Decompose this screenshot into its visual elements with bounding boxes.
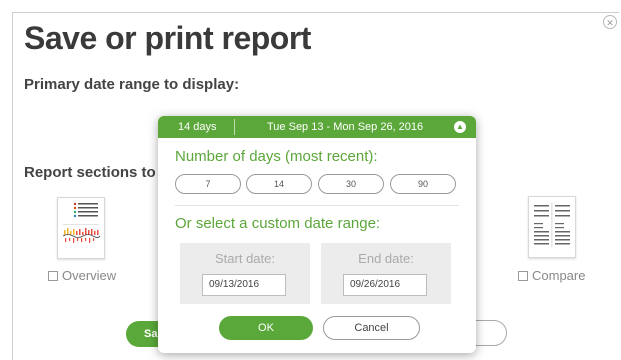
end-date-panel: End date: 09/26/2016	[321, 243, 451, 304]
selected-days-label: 14 days	[178, 121, 217, 133]
compare-option[interactable]: Compare	[518, 268, 585, 283]
popup-header[interactable]: 14 days Tue Sep 13 - Mon Sep 26, 2016 ▲	[158, 116, 476, 138]
selected-range-label: Tue Sep 13 - Mon Sep 26, 2016	[267, 121, 424, 133]
cancel-button[interactable]: Cancel	[323, 316, 420, 340]
popup-divider	[175, 205, 459, 206]
days-7-button[interactable]: 7	[175, 174, 241, 194]
chevron-up-icon[interactable]: ▲	[454, 121, 466, 133]
close-icon[interactable]: ✕	[603, 15, 617, 29]
ok-button[interactable]: OK	[219, 316, 313, 340]
compare-thumbnail[interactable]	[528, 196, 576, 258]
overview-report-icon	[62, 202, 101, 243]
header-divider	[234, 119, 235, 135]
overview-option[interactable]: Overview	[48, 268, 116, 283]
date-range-popup: 14 days Tue Sep 13 - Mon Sep 26, 2016 ▲ …	[158, 116, 476, 353]
compare-report-icon	[534, 203, 570, 247]
days-14-button[interactable]: 14	[246, 174, 312, 194]
custom-range-heading: Or select a custom date range:	[175, 215, 381, 232]
end-date-input[interactable]: 09/26/2016	[343, 274, 427, 296]
days-90-button[interactable]: 90	[390, 174, 456, 194]
overview-thumbnail[interactable]	[57, 197, 105, 259]
primary-date-range-label: Primary date range to display:	[24, 76, 240, 93]
start-date-input[interactable]: 09/13/2016	[202, 274, 286, 296]
start-date-label: Start date:	[215, 251, 275, 266]
overview-label: Overview	[62, 268, 117, 283]
start-date-panel: Start date: 09/13/2016	[180, 243, 310, 304]
end-date-label: End date:	[358, 251, 414, 266]
overview-checkbox[interactable]	[48, 270, 58, 281]
days-heading: Number of days (most recent):	[175, 148, 378, 165]
compare-label: Compare	[532, 268, 586, 283]
days-30-button[interactable]: 30	[318, 174, 384, 194]
report-sections-label: Report sections to d	[24, 164, 170, 181]
page-title: Save or print report	[24, 20, 311, 56]
compare-checkbox[interactable]	[518, 270, 528, 281]
